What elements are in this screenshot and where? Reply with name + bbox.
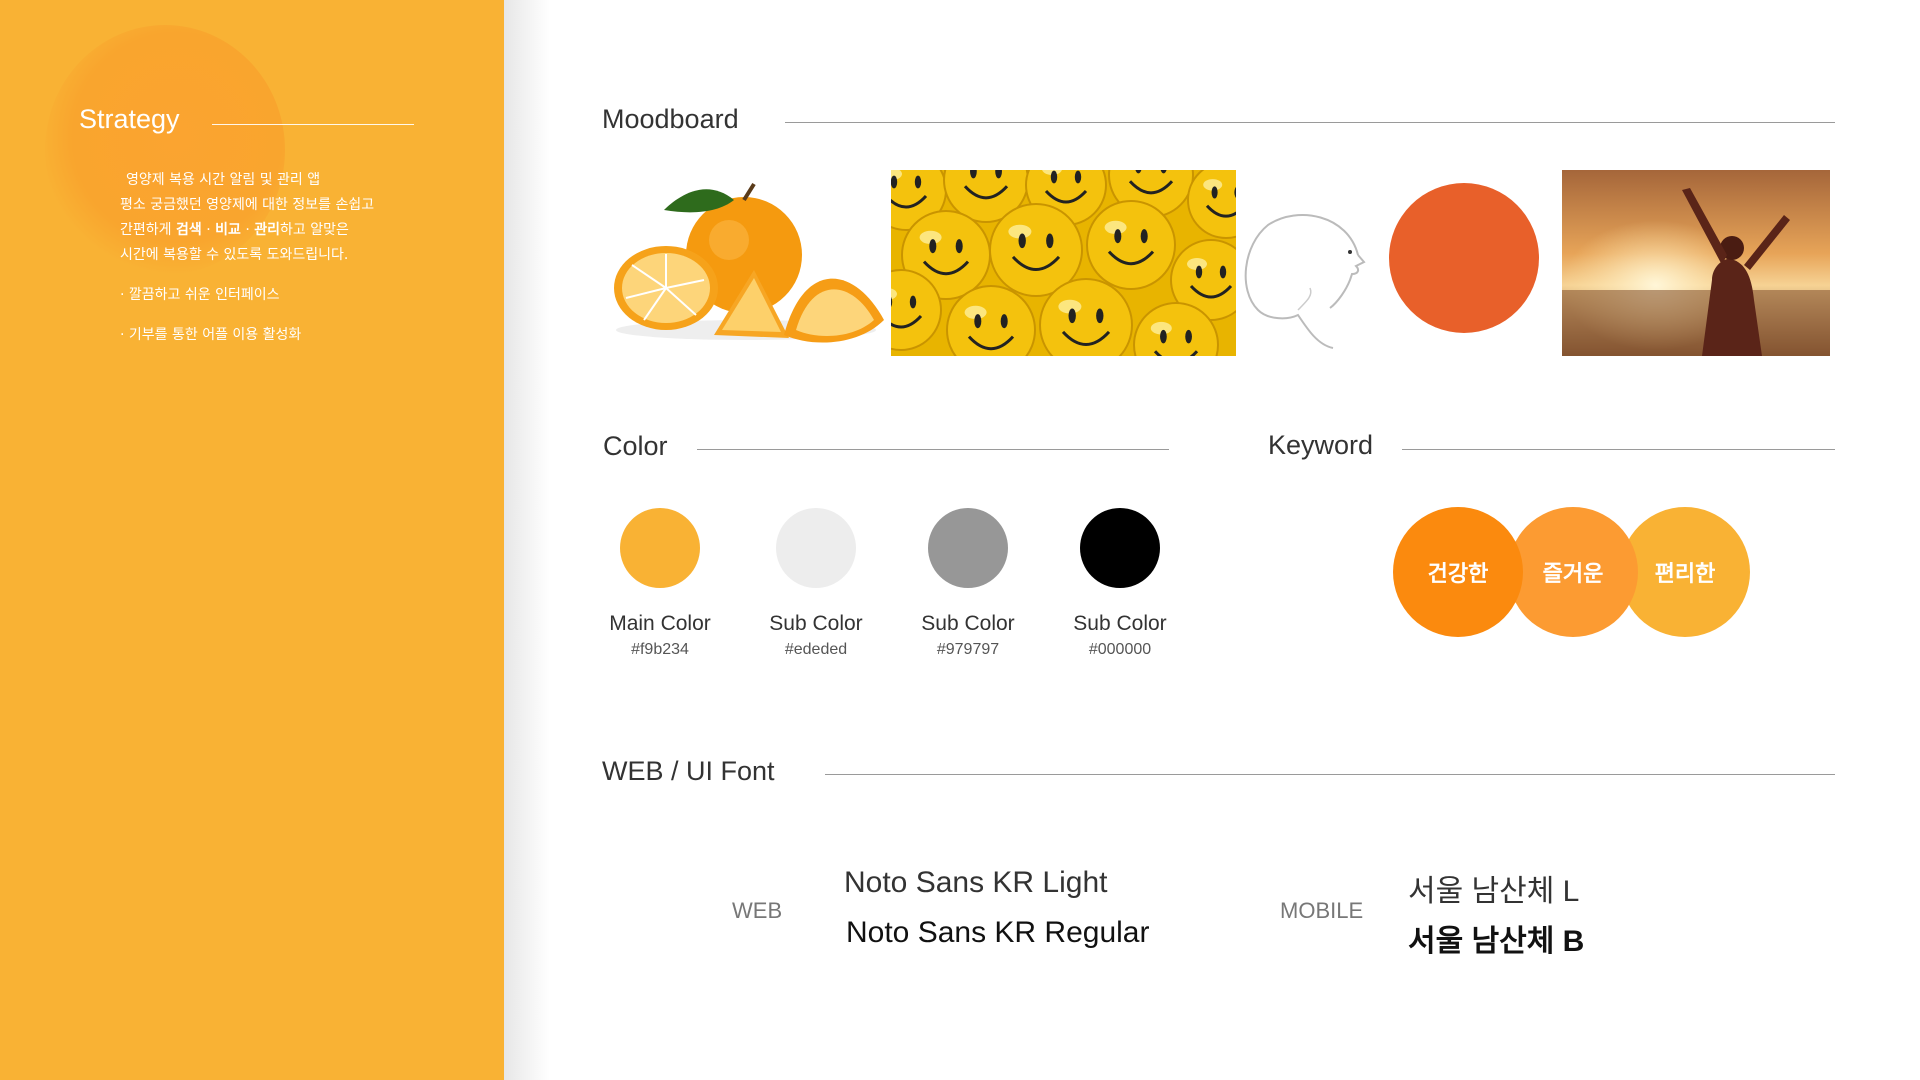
- strategy-line-3: 간편하게 검색 · 비교 · 관리하고 알맞은: [120, 218, 440, 243]
- color-swatch-light-gray: [776, 508, 856, 588]
- color-swatch-main: [620, 508, 700, 588]
- orange-image: [604, 170, 889, 356]
- color-hex: #979797: [936, 641, 1000, 658]
- sunset-beach-person-image: [1562, 170, 1830, 356]
- strategy-divider: [212, 124, 414, 125]
- keyword-label: 건강한: [1427, 562, 1489, 587]
- web-font-light: Noto Sans KR Light: [844, 866, 1108, 899]
- strategy-title: Strategy: [79, 104, 180, 134]
- smiley-balls-image: [891, 170, 1236, 356]
- color-swatch-gray: [928, 508, 1008, 588]
- keyword-label: 즐거운: [1542, 562, 1604, 587]
- color-title: Color: [603, 431, 668, 461]
- web-font-regular: Noto Sans KR Regular: [846, 916, 1150, 949]
- mobile-font-category: MOBILE: [1280, 898, 1364, 923]
- color-hex: #f9b234: [631, 641, 689, 658]
- color-hex: #ededed: [784, 641, 848, 658]
- color-label: Main Color: [609, 612, 711, 635]
- moodboard-title: Moodboard: [602, 104, 739, 134]
- mobile-font-regular: 서울 남산체 B: [1408, 925, 1585, 958]
- panel-shadow: [504, 0, 550, 1080]
- moodboard-divider: [785, 122, 1835, 123]
- strategy-line-1: 영양제 복용 시간 알림 및 관리 앱: [126, 172, 321, 188]
- font-title: WEB / UI Font: [602, 756, 775, 786]
- web-font-category: WEB: [732, 898, 783, 923]
- keyword-label: 편리한: [1654, 562, 1716, 587]
- color-label: Sub Color: [769, 612, 863, 635]
- strategy-line-3-prefix: 간편하게: [120, 222, 176, 238]
- color-divider: [697, 449, 1169, 450]
- keyword-divider: [1402, 449, 1835, 450]
- face-blowing-bubble-image: [1238, 170, 1544, 356]
- strategy-separator: ·: [201, 222, 216, 238]
- keyword-bubble: 건강한: [1393, 507, 1523, 637]
- mobile-font-light: 서울 남산체 L: [1408, 875, 1580, 908]
- color-swatch-black: [1080, 508, 1160, 588]
- strategy-line-3-suffix: 하고 알맞은: [280, 222, 349, 238]
- strategy-keyword-compare: 비교: [215, 222, 241, 238]
- strategy-keyword-manage: 관리: [254, 222, 280, 238]
- keyword-bubble: 즐거운: [1508, 507, 1638, 637]
- color-label: Sub Color: [921, 612, 1015, 635]
- strategy-keyword-search: 검색: [175, 222, 202, 238]
- keyword-title: Keyword: [1268, 430, 1374, 460]
- strategy-separator: ·: [240, 222, 255, 238]
- strategy-bullet: · 기부를 통한 어플 이용 활성화: [120, 327, 302, 343]
- strategy-description: 영양제 복용 시간 알림 및 관리 앱 평소 궁금했던 영양제에 대한 정보를 …: [120, 168, 440, 268]
- strategy-bullet: · 깔끔하고 쉬운 인터페이스: [120, 287, 280, 303]
- color-hex: #000000: [1088, 641, 1152, 658]
- keyword-bubble: 편리한: [1620, 507, 1750, 637]
- strategy-line-2: 평소 궁금했던 영양제에 대한 정보를 손쉽고: [120, 197, 375, 213]
- strategy-line-4: 시간에 복용할 수 있도록 도와드립니다.: [120, 247, 349, 263]
- font-divider: [825, 774, 1835, 775]
- color-label: Sub Color: [1073, 612, 1167, 635]
- strategy-panel: Strategy 영양제 복용 시간 알림 및 관리 앱 평소 궁금했던 영양제…: [0, 0, 504, 1080]
